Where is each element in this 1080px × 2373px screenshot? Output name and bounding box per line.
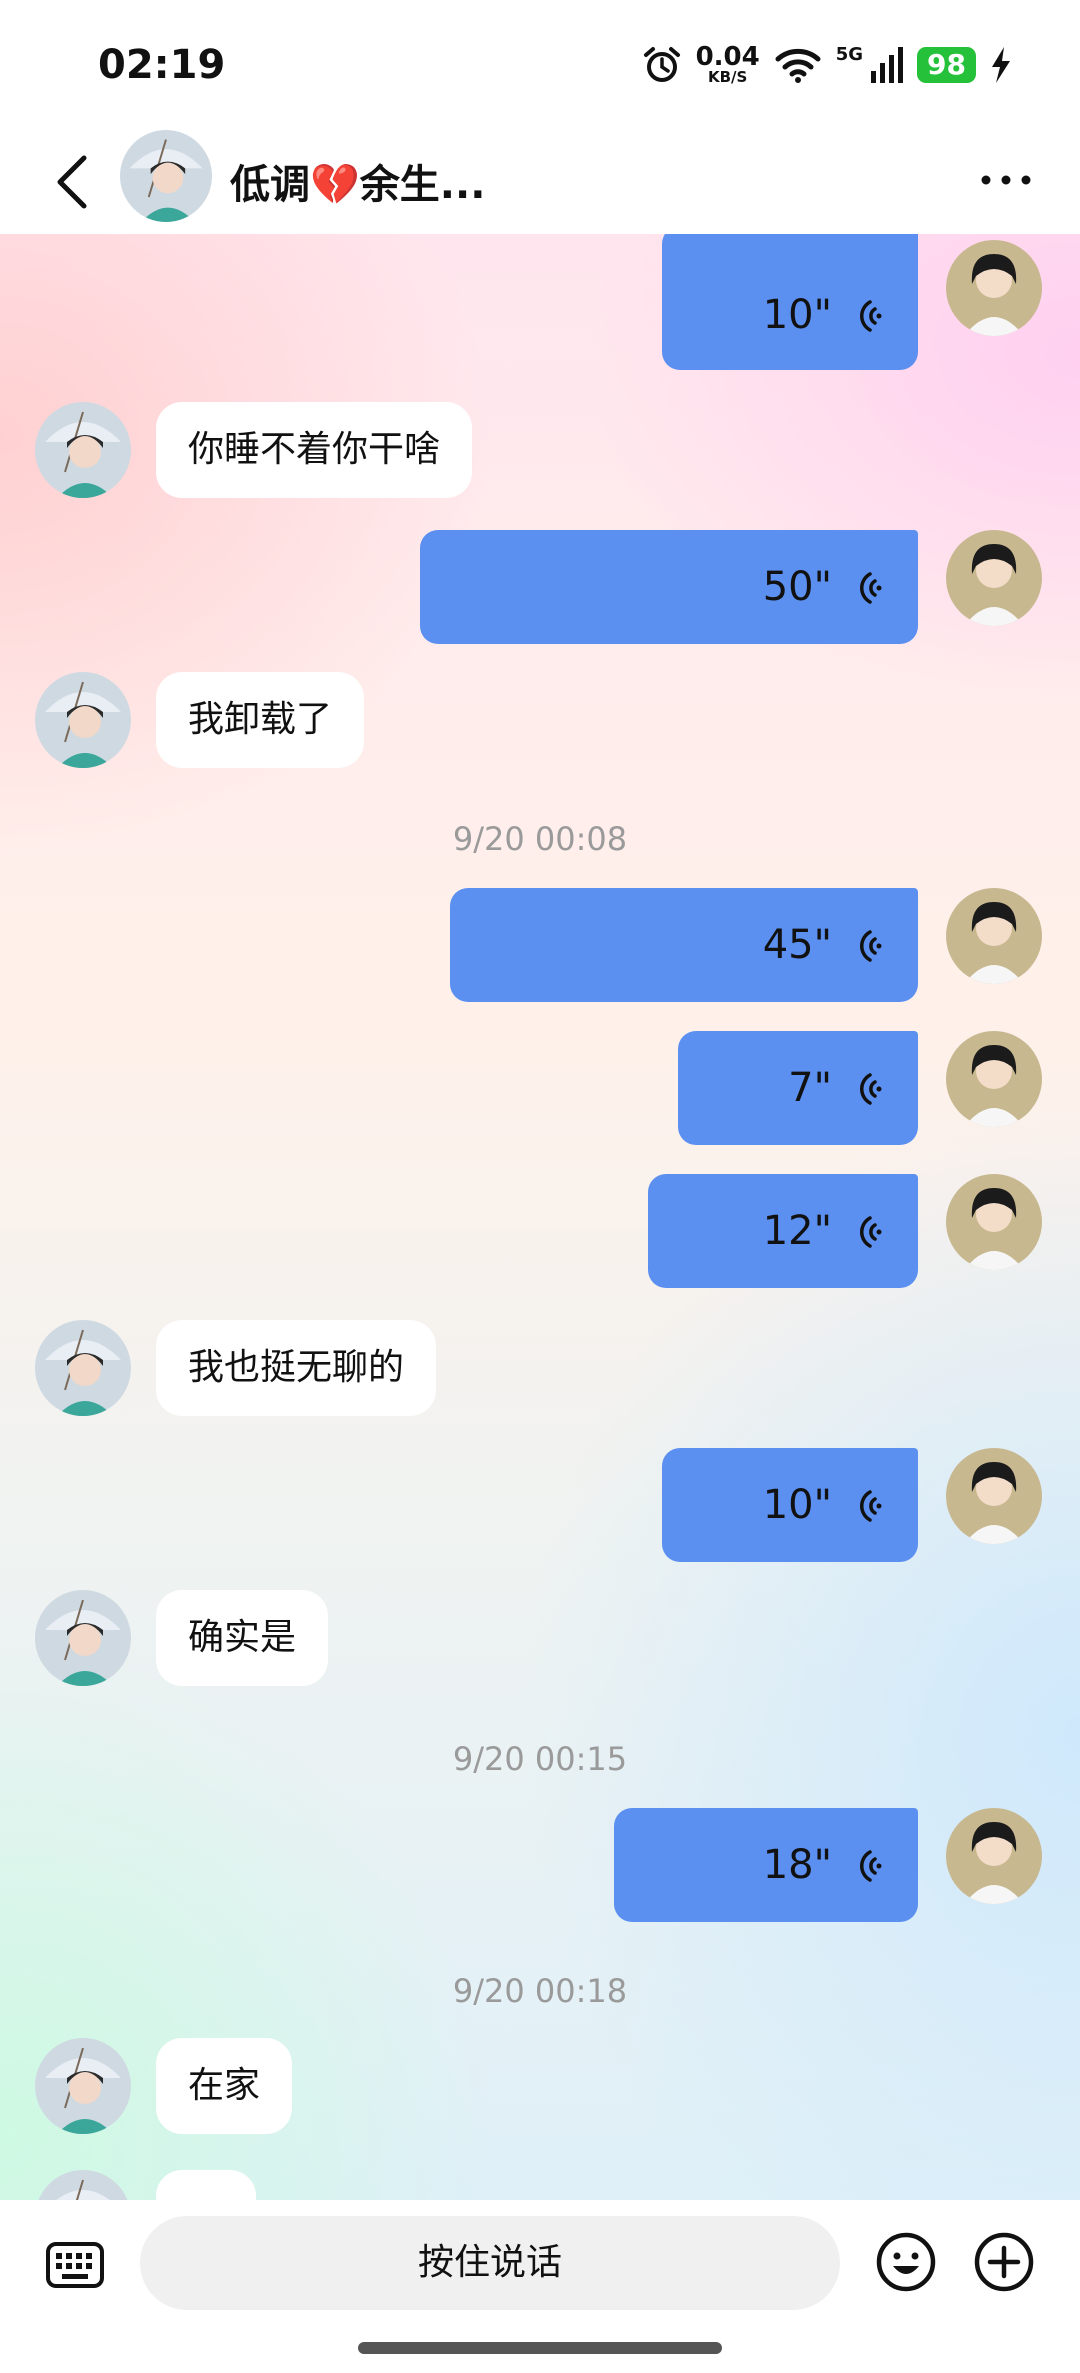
chat-header: 低调💔余生...	[0, 130, 1080, 234]
net-speed-value: 0.04	[695, 42, 760, 72]
emoji-icon[interactable]	[874, 2230, 938, 2294]
voice-message-bubble[interactable]: 18"	[614, 1808, 918, 1922]
voice-message-bubble[interactable]: 10"	[662, 1448, 918, 1562]
my-avatar[interactable]	[946, 530, 1042, 626]
status-icons: 0.04 KB/S 5G 98	[642, 44, 1012, 85]
voice-message-bubble[interactable]: 45"	[450, 888, 918, 1002]
voice-duration: 45"	[762, 922, 832, 968]
my-avatar[interactable]	[946, 1808, 1042, 1904]
net-speed: 0.04 KB/S	[696, 44, 760, 85]
voice-message-bubble[interactable]: 7"	[678, 1031, 918, 1145]
input-bar: 按住说话	[0, 2200, 1080, 2373]
chevron-left-icon[interactable]	[44, 150, 104, 214]
voice-duration: 18"	[762, 1842, 832, 1888]
chat-messages[interactable]: 10" 你睡不着你干啥 50" 我卸载了 9/20 00:08 45" 7" 1…	[0, 234, 1080, 2200]
voice-message-bubble[interactable]: 50"	[420, 530, 918, 644]
contact-avatar[interactable]	[35, 672, 131, 768]
text-message-bubble[interactable]: 确实是	[156, 1590, 329, 1686]
timestamp: 9/20 00:18	[452, 1972, 628, 2010]
voice-wave-icon	[860, 572, 882, 604]
plus-circle-icon[interactable]	[972, 2230, 1036, 2294]
status-time: 02:19	[98, 42, 226, 88]
voice-duration: 10"	[762, 1482, 832, 1528]
text-message-bubble[interactable]: 在家	[156, 2038, 293, 2134]
my-avatar[interactable]	[946, 240, 1042, 336]
my-avatar[interactable]	[946, 888, 1042, 984]
text-message-bubble[interactable]	[156, 2170, 256, 2200]
timestamp: 9/20 00:08	[452, 820, 628, 858]
contact-avatar[interactable]	[35, 402, 131, 498]
text-message-bubble[interactable]: 我也挺无聊的	[156, 1320, 437, 1416]
voice-message-bubble[interactable]: 12"	[648, 1174, 918, 1288]
text-message-bubble[interactable]: 你睡不着你干啥	[156, 402, 473, 498]
voice-duration: 7"	[788, 1065, 832, 1111]
voice-duration: 10"	[762, 292, 832, 338]
home-indicator	[358, 2342, 722, 2354]
voice-duration: 12"	[762, 1208, 832, 1254]
contact-avatar[interactable]	[35, 2170, 131, 2200]
net-speed-unit: KB/S	[707, 68, 748, 86]
voice-wave-icon	[860, 1490, 882, 1522]
charging-icon	[992, 46, 1010, 83]
contact-avatar[interactable]	[120, 130, 212, 222]
voice-wave-icon	[860, 1216, 882, 1248]
voice-wave-icon	[860, 1850, 882, 1882]
signal-icon	[871, 46, 904, 83]
timestamp: 9/20 00:15	[452, 1740, 628, 1778]
battery-indicator: 98	[917, 46, 976, 83]
network-type: 5G	[835, 44, 864, 65]
keyboard-icon[interactable]	[44, 2234, 106, 2296]
contact-avatar[interactable]	[35, 1320, 131, 1416]
voice-duration: 50"	[762, 564, 832, 610]
hold-to-talk-button[interactable]: 按住说话	[140, 2216, 840, 2310]
voice-message-bubble[interactable]: 10"	[662, 234, 918, 370]
wifi-icon	[775, 48, 821, 83]
contact-name: 低调💔余生...	[230, 162, 486, 208]
my-avatar[interactable]	[946, 1031, 1042, 1127]
my-avatar[interactable]	[946, 1448, 1042, 1544]
my-avatar[interactable]	[946, 1174, 1042, 1270]
alarm-icon	[643, 46, 680, 82]
contact-avatar[interactable]	[35, 2038, 131, 2134]
voice-wave-icon	[860, 1073, 882, 1105]
voice-wave-icon	[860, 930, 882, 962]
contact-avatar[interactable]	[35, 1590, 131, 1686]
more-dots-icon[interactable]	[976, 158, 1036, 202]
text-message-bubble[interactable]: 我卸载了	[156, 672, 365, 768]
status-bar: 02:19 0.04 KB/S 5G 98	[0, 0, 1080, 130]
voice-wave-icon	[860, 300, 882, 332]
